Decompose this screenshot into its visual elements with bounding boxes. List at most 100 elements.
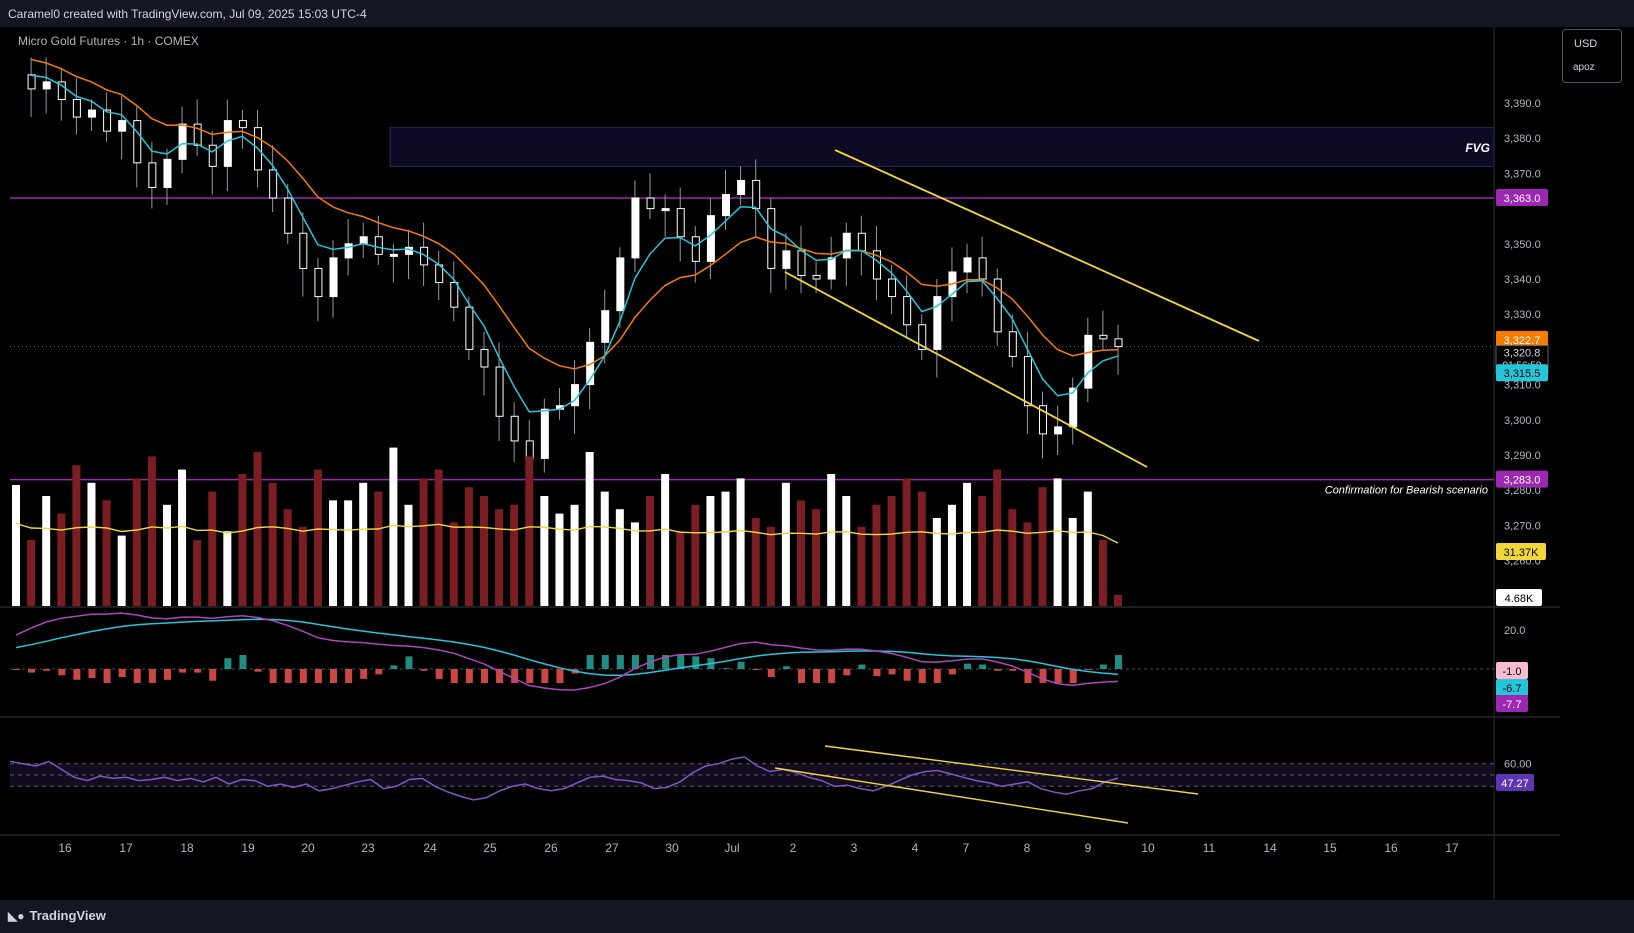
x-tick-label: 17 <box>1445 841 1459 855</box>
macd-hist-bar <box>465 669 473 683</box>
candle-bull <box>223 120 232 167</box>
macd-hist-bar <box>43 669 51 671</box>
macd-hist-bar <box>541 669 549 683</box>
bearish-confirmation-label: Confirmation for Bearish scenario <box>1325 485 1488 497</box>
x-tick-label: 24 <box>423 841 437 855</box>
volume-bar <box>193 540 202 606</box>
macd-hist-bar <box>1069 669 1077 683</box>
volume-ma-badge: 31.37K <box>1504 547 1540 559</box>
price-chart[interactable]: FVG Confirmation for Bearish scenario 3,29… <box>0 27 1634 900</box>
macd-hist-bar <box>405 656 413 669</box>
volume-bar <box>464 487 473 606</box>
candle-bear <box>299 232 308 269</box>
macd-hist-bar <box>480 669 488 683</box>
macd-hist-bar <box>737 661 745 669</box>
x-tick-label: Jul <box>724 841 739 855</box>
macd-hist-bar <box>616 655 624 669</box>
volume-bar <box>721 491 730 606</box>
y-tick-label: 3,330.0 <box>1504 309 1541 321</box>
volume-bar <box>102 500 111 606</box>
volume-bar <box>1038 487 1047 606</box>
volume-bar <box>585 452 594 606</box>
volume-bar <box>117 535 126 606</box>
macd-hist-bar <box>933 669 941 683</box>
candle-bull <box>661 208 670 212</box>
candle-bull <box>359 236 368 245</box>
macd-hist-bar <box>435 669 443 679</box>
candle-bear <box>238 120 247 129</box>
candle-bear <box>888 278 897 298</box>
candle-bear <box>450 282 459 308</box>
macd-hist-bar <box>873 669 881 677</box>
macd-hist-bar <box>254 669 262 672</box>
volume-bar <box>329 500 338 606</box>
volume-bar <box>147 456 156 606</box>
macd-hist-bar <box>224 658 232 669</box>
candle-bear <box>27 74 36 90</box>
volume-bar <box>978 496 987 606</box>
y-tick-label: 3,350.0 <box>1504 239 1541 251</box>
candle-bear <box>208 144 217 167</box>
candle-bear <box>903 296 912 326</box>
y-tick-label: 3,380.0 <box>1504 133 1541 145</box>
y-tick-label: 3,370.0 <box>1504 168 1541 180</box>
x-tick-label: 19 <box>241 841 255 855</box>
macd-tick-label: 20.0 <box>1504 625 1525 637</box>
x-tick-label: 7 <box>963 841 970 855</box>
volume-bar <box>404 504 413 606</box>
volume-bar <box>676 531 685 606</box>
candle-bear <box>495 366 504 417</box>
volume-bar <box>1098 540 1107 606</box>
candle-bull <box>827 257 836 280</box>
volume-bar <box>479 496 488 606</box>
macd-hist-bar <box>420 669 428 671</box>
macd-hist-bar <box>209 669 217 681</box>
volume-bar <box>857 526 866 606</box>
volume-bar <box>238 474 247 606</box>
y-tick-label: 3,290.0 <box>1504 450 1541 462</box>
volume-bar <box>691 504 700 606</box>
x-tick-label: 26 <box>544 841 558 855</box>
macd-hist-bar <box>1115 655 1122 669</box>
volume-bar <box>223 531 232 606</box>
macd-line-badge: -7.7 <box>1503 699 1522 711</box>
macd-hist-bar <box>314 669 322 683</box>
tradingview-logo[interactable]: ◣● TradingView <box>8 908 106 923</box>
volume-bar <box>963 482 972 606</box>
x-tick-label: 17 <box>119 841 133 855</box>
macd-hist-bar <box>918 669 926 683</box>
candle-bear <box>691 236 700 262</box>
volume-bar <box>751 518 760 606</box>
x-tick-label: 27 <box>605 841 619 855</box>
macd-hist-bar <box>1009 669 1017 671</box>
x-tick-label: 14 <box>1263 841 1277 855</box>
macd-hist-bar <box>103 669 111 683</box>
currency-selector[interactable]: USD apoz <box>1562 29 1622 83</box>
candle-bear <box>1008 331 1017 357</box>
volume-bar <box>600 491 609 606</box>
x-tick-label: 4 <box>912 841 919 855</box>
macd-hist-bar <box>692 656 700 669</box>
level-badge-lower: 3,283.0 <box>1504 475 1541 487</box>
macd-hist-bar <box>526 669 534 683</box>
macd-hist-bar <box>813 669 821 683</box>
candle-bull <box>163 158 172 188</box>
volume-bar <box>419 478 428 606</box>
y-tick-label: 3,390.0 <box>1504 98 1541 110</box>
x-tick-label: 25 <box>483 841 497 855</box>
x-tick-label: 23 <box>361 841 375 855</box>
volume-bar <box>253 452 262 606</box>
candle-bull <box>616 257 625 312</box>
macd-hist-bar <box>797 669 805 683</box>
volume-bar <box>1083 491 1092 606</box>
candle-bull <box>722 194 731 217</box>
y-tick-label: 3,310.0 <box>1504 380 1541 392</box>
volume-bar <box>661 474 670 606</box>
volume-bar <box>555 513 564 606</box>
volume-bar <box>374 491 383 606</box>
candle-bear <box>812 274 821 280</box>
volume-bar <box>902 478 911 606</box>
volume-bar <box>57 513 66 606</box>
volume-bar <box>208 491 217 606</box>
macd-signal-badge: -6.7 <box>1503 683 1522 695</box>
